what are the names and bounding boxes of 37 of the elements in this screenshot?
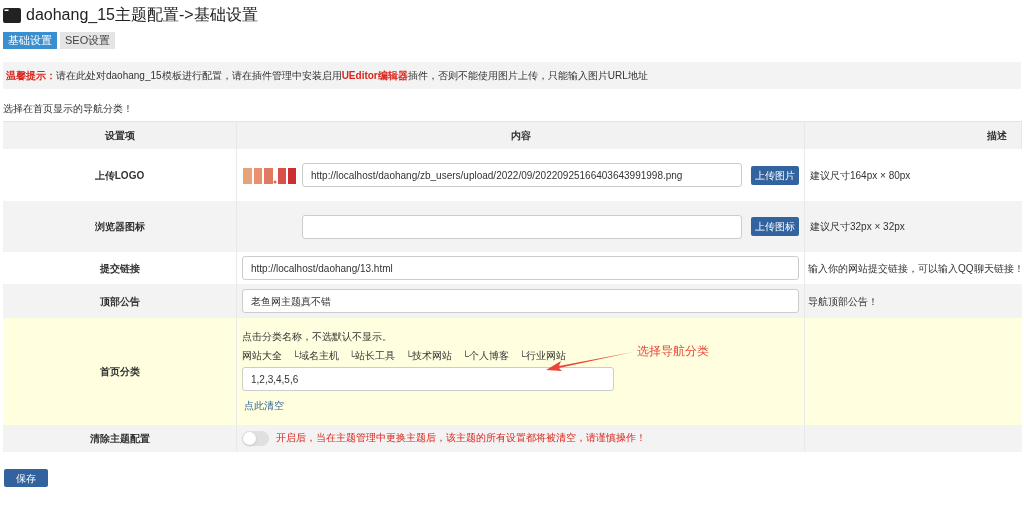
annotation-text: 选择导航分类	[637, 343, 709, 360]
category-link[interactable]: 网站大全	[242, 348, 282, 364]
category-link[interactable]: └站长工具	[348, 348, 396, 364]
category-link[interactable]: └技术网站	[405, 348, 453, 364]
upload-button[interactable]: 上传图片	[751, 165, 799, 185]
notice-text: 温馨提示：请在此处对daohang_15模板进行配置，请在插件管理中安装启用UEditor编辑器插件，否则不能使用图片上传，只能输入图片URL地址	[6, 69, 648, 83]
tab[interactable]: SEO设置	[60, 32, 116, 49]
setting-label: 清除主题配置	[89, 432, 150, 446]
warning-text: 开启后，当在主题管理中更换主题后，该主题的所有设置都将被清空，请谨慎操作！	[276, 431, 646, 446]
setting-label: 提交链接	[99, 261, 140, 276]
description-text: 建议尺寸32px × 32px	[810, 220, 905, 234]
page-title: daohang_15主题配置->基础设置	[26, 5, 258, 25]
category-link[interactable]: └行业网站	[518, 348, 566, 364]
toggle-switch[interactable]	[242, 431, 269, 446]
url-field[interactable]	[302, 214, 742, 239]
clear-link[interactable]: 点此清空	[244, 399, 284, 414]
description-text: 建议尺寸164px × 80px	[810, 168, 911, 183]
window-icon	[3, 7, 21, 23]
setting-label: 首页分类	[99, 365, 140, 379]
category-link[interactable]: └个人博客	[462, 348, 509, 364]
text-field[interactable]: http://localhost/daohang/13.html	[242, 256, 799, 280]
column-header: 内容	[510, 129, 531, 143]
category-link[interactable]: └域名主机	[292, 348, 339, 364]
description-text: 导航顶部公告！	[808, 294, 878, 309]
category-field[interactable]: 1,2,3,4,5,6	[242, 367, 614, 392]
setting-label: 浏览器图标	[94, 220, 145, 234]
description-text: 输入你的网站提交链接，可以输入QQ聊天链接！	[808, 261, 1024, 276]
instruction-text: 点击分类名称，不选默认不显示。	[242, 329, 392, 344]
column-header: 描述	[987, 129, 1007, 143]
save-button[interactable]: 保存	[4, 469, 48, 487]
column-header: 设置项	[104, 129, 135, 143]
text-field[interactable]: 老鱼网主题真不错	[242, 289, 799, 313]
hint-text: 选择在首页显示的导航分类！	[3, 102, 134, 116]
setting-label: 顶部公告	[99, 294, 140, 309]
setting-label: 上传LOGO	[94, 168, 145, 183]
upload-button[interactable]: 上传图标	[751, 217, 799, 236]
url-field[interactable]: http://localhost/daohang/zb_users/upload/2022/09/20220925166403643991998.png	[302, 163, 742, 187]
